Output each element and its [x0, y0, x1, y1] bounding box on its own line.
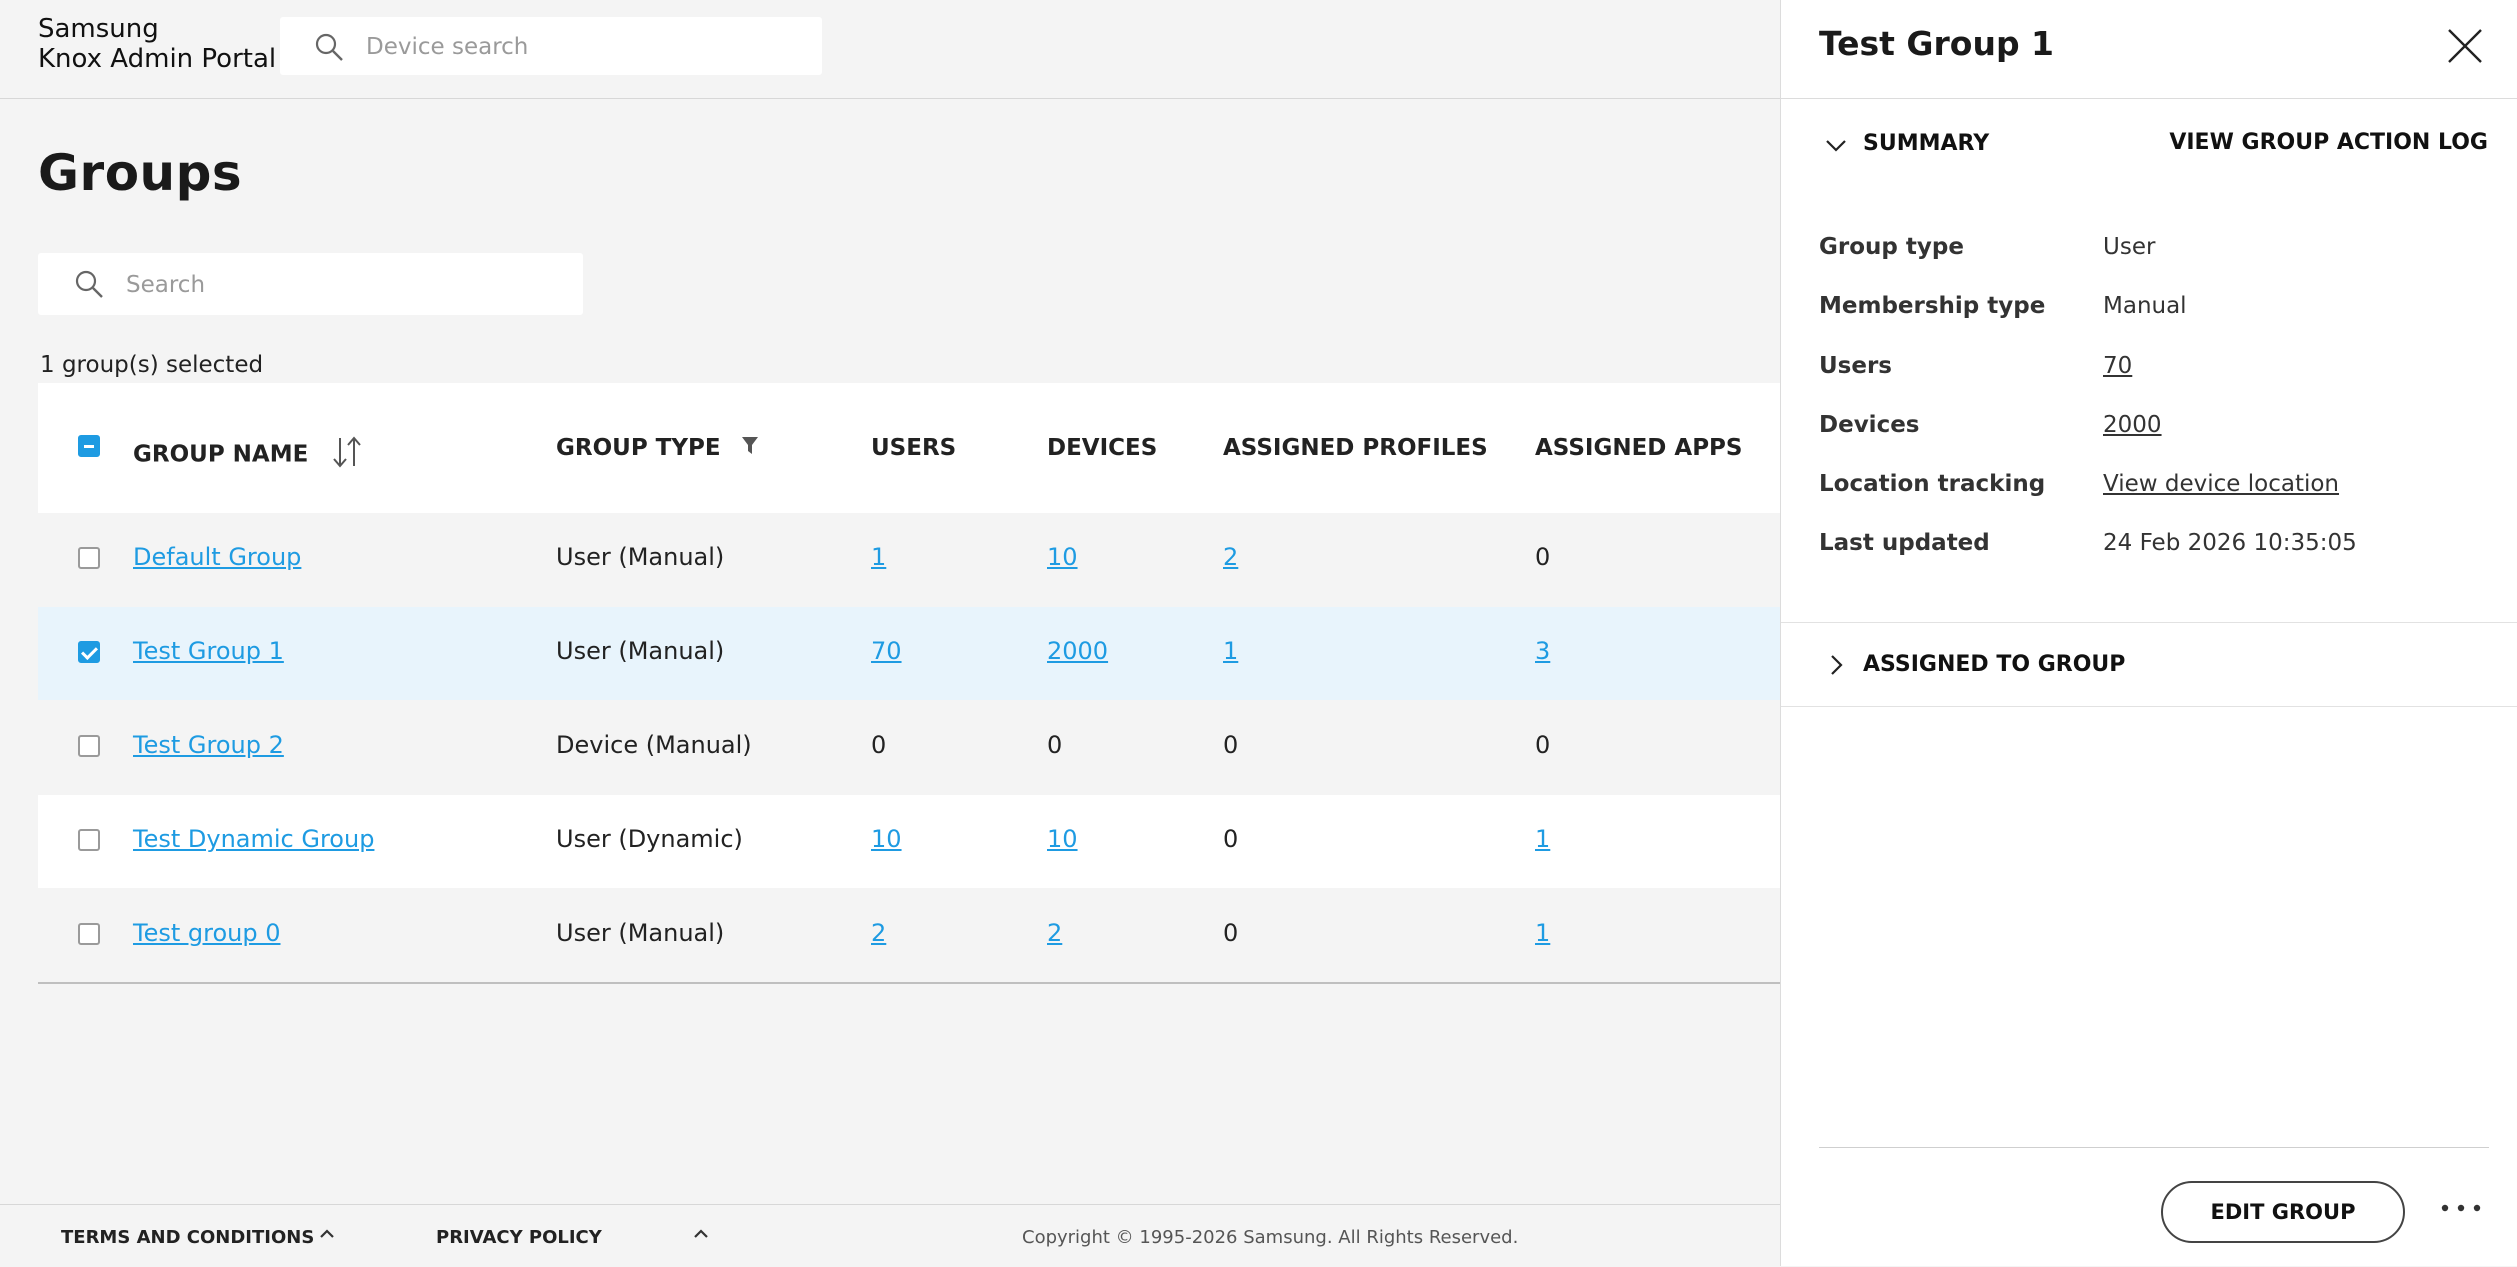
sort-icon[interactable]	[330, 435, 364, 475]
select-all-checkbox[interactable]	[78, 435, 100, 457]
divider	[1781, 622, 2517, 623]
selection-count: 1 group(s) selected	[40, 352, 264, 378]
group-name-link[interactable]: Test Dynamic Group	[133, 825, 374, 853]
brand-line-2: Knox Admin Portal	[38, 44, 277, 74]
last-updated-value: 24 Feb 2026 10:35:05	[2103, 530, 2357, 556]
profiles-count-link[interactable]: 2	[1223, 543, 1238, 571]
search-icon	[314, 32, 344, 66]
column-header-group-type[interactable]: GROUP TYPE	[556, 435, 759, 462]
brand-line-1: Samsung	[38, 14, 159, 44]
devices-link[interactable]: 2000	[2103, 412, 2162, 438]
table-bottom-border	[38, 982, 1780, 984]
row-checkbox[interactable]	[78, 547, 100, 569]
privacy-link[interactable]: PRIVACY POLICY	[436, 1227, 602, 1248]
group-type: User (Dynamic)	[556, 825, 743, 853]
group-type-value: User	[2103, 234, 2156, 260]
membership-type-value: Manual	[2103, 293, 2187, 319]
footer: TERMS AND CONDITIONS PRIVACY POLICY Copy…	[0, 1204, 1780, 1267]
device-search-box	[280, 17, 822, 75]
device-search-input[interactable]	[364, 30, 788, 64]
apps-count-link[interactable]: 3	[1535, 637, 1550, 665]
profiles-count: 0	[1223, 731, 1239, 759]
users-count-link[interactable]: 2	[871, 919, 886, 947]
devices-label: Devices	[1819, 412, 1920, 438]
devices-count-link[interactable]: 2000	[1047, 637, 1108, 665]
table-header: GROUP NAME GROUP TYPE USERS DEVICES ASSI…	[38, 383, 1780, 514]
users-label: Users	[1819, 353, 1892, 379]
table-row[interactable]: Test Group 2 Device (Manual) 0 0 0 0	[38, 701, 1780, 794]
users-count-link[interactable]: 10	[871, 825, 902, 853]
apps-count-link[interactable]: 1	[1535, 919, 1550, 947]
users-count-link[interactable]: 70	[871, 637, 902, 665]
table-row[interactable]: Test Dynamic Group User (Dynamic) 10 10 …	[38, 795, 1780, 888]
row-checkbox[interactable]	[78, 641, 100, 663]
view-group-action-log-link[interactable]: VIEW GROUP ACTION LOG	[2169, 130, 2488, 155]
apps-count-link[interactable]: 1	[1535, 825, 1550, 853]
column-label: GROUP TYPE	[556, 435, 721, 461]
chevron-up-icon[interactable]	[318, 1225, 336, 1247]
row-checkbox[interactable]	[78, 923, 100, 945]
devices-count-link[interactable]: 2	[1047, 919, 1062, 947]
chevron-up-icon[interactable]	[692, 1225, 710, 1247]
last-updated-label: Last updated	[1819, 530, 1990, 556]
divider	[1781, 98, 2517, 99]
group-type: Device (Manual)	[556, 731, 752, 759]
column-header-devices[interactable]: DEVICES	[1047, 435, 1157, 461]
page-title: Groups	[38, 144, 243, 202]
chevron-right-icon	[1829, 654, 1845, 682]
devices-count-link[interactable]: 10	[1047, 543, 1078, 571]
group-name-link[interactable]: Test group 0	[133, 919, 281, 947]
group-type: User (Manual)	[556, 637, 725, 665]
group-type: User (Manual)	[556, 543, 725, 571]
devices-count: 0	[1047, 731, 1063, 759]
row-checkbox[interactable]	[78, 735, 100, 757]
group-type-label: Group type	[1819, 234, 1964, 260]
close-icon[interactable]	[2445, 26, 2485, 70]
apps-count: 0	[1535, 543, 1551, 571]
column-header-assigned-profiles[interactable]: ASSIGNED PROFILES	[1223, 435, 1488, 461]
chevron-down-icon	[1825, 135, 1847, 160]
row-checkbox[interactable]	[78, 829, 100, 851]
edit-group-button[interactable]: EDIT GROUP	[2161, 1181, 2405, 1243]
column-header-group-name[interactable]: GROUP NAME	[133, 435, 364, 475]
column-header-assigned-apps[interactable]: ASSIGNED APPS	[1535, 435, 1742, 461]
users-count: 0	[871, 731, 887, 759]
users-count-link[interactable]: 1	[871, 543, 886, 571]
copyright-text: Copyright © 1995-2026 Samsung. All Right…	[1022, 1227, 1519, 1248]
profiles-count: 0	[1223, 919, 1239, 947]
summary-label: SUMMARY	[1863, 131, 1990, 156]
filter-icon[interactable]	[741, 436, 759, 462]
users-link[interactable]: 70	[2103, 353, 2132, 379]
table-row[interactable]: Test Group 1 User (Manual) 70 2000 1 3	[38, 607, 1780, 700]
assigned-to-group-label: ASSIGNED TO GROUP	[1863, 652, 2126, 677]
divider	[1781, 706, 2517, 707]
terms-link[interactable]: TERMS AND CONDITIONS	[61, 1227, 314, 1248]
table-row[interactable]: Default Group User (Manual) 1 10 2 0	[38, 513, 1780, 606]
group-type: User (Manual)	[556, 919, 725, 947]
group-search-box	[38, 253, 583, 315]
group-search-input[interactable]	[124, 268, 548, 302]
group-detail-panel: Test Group 1 SUMMARY VIEW GROUP ACTION L…	[1780, 0, 2517, 1266]
view-device-location-link[interactable]: View device location	[2103, 471, 2339, 497]
location-tracking-label: Location tracking	[1819, 471, 2046, 497]
groups-table: GROUP NAME GROUP TYPE USERS DEVICES ASSI…	[38, 383, 1780, 984]
divider	[1819, 1147, 2489, 1148]
more-options-icon[interactable]	[2439, 1200, 2483, 1219]
profiles-count: 0	[1223, 825, 1239, 853]
membership-type-label: Membership type	[1819, 293, 2046, 319]
column-header-users[interactable]: USERS	[871, 435, 956, 461]
group-name-link[interactable]: Default Group	[133, 543, 301, 571]
apps-count: 0	[1535, 731, 1551, 759]
group-name-link[interactable]: Test Group 1	[133, 637, 284, 665]
brand-logo[interactable]: Samsung Knox Admin Portal	[38, 14, 276, 74]
top-bar: Samsung Knox Admin Portal	[0, 0, 1780, 99]
search-icon	[74, 269, 104, 303]
devices-count-link[interactable]: 10	[1047, 825, 1078, 853]
column-label: GROUP NAME	[133, 441, 309, 468]
panel-title: Test Group 1	[1819, 24, 2055, 63]
table-row[interactable]: Test group 0 User (Manual) 2 2 0 1	[38, 889, 1780, 982]
profiles-count-link[interactable]: 1	[1223, 637, 1238, 665]
group-name-link[interactable]: Test Group 2	[133, 731, 284, 759]
